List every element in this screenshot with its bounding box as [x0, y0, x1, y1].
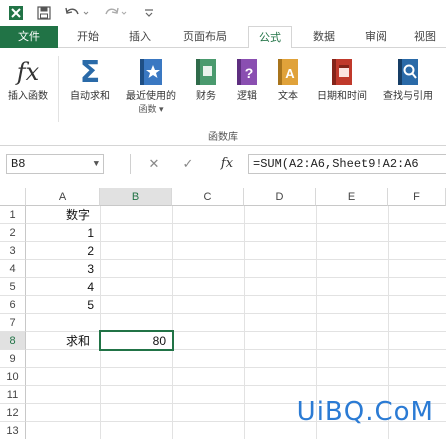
tab-data[interactable]: 数据 [302, 26, 346, 48]
logic-book-icon: ? [228, 54, 266, 90]
cell-a1[interactable]: 数字 [26, 206, 100, 224]
function-library-group-label: 函数库 [208, 132, 238, 143]
row-header-13[interactable]: 13 [0, 422, 26, 439]
cell-a5[interactable]: 4 [26, 278, 100, 296]
row-header-9[interactable]: 9 [0, 350, 26, 368]
enter-button[interactable]: ✓ [178, 154, 198, 174]
ribbon-formulas: fx 插入函数 Σ 自动求和 最近使用的 函数 ▾ 财务 ? 逻辑 A 文本 日… [0, 48, 446, 146]
lookup-reference-label: 查找与引用 [383, 91, 433, 102]
fx-icon: fx [16, 58, 40, 86]
redo-icon[interactable] [100, 4, 130, 22]
chevron-down-icon[interactable]: ▼ [94, 155, 99, 173]
recently-used-label: 最近使用的 [126, 91, 176, 102]
svg-text:A: A [285, 66, 295, 81]
cell-a8[interactable]: 求和 [26, 332, 100, 350]
column-header-c[interactable]: C [172, 188, 244, 206]
tab-insert[interactable]: 插入 [118, 26, 162, 48]
row-header-4[interactable]: 4 [0, 260, 26, 278]
tab-page-layout[interactable]: 页面布局 [170, 26, 240, 48]
insert-function-fx-button[interactable]: fx [216, 154, 238, 174]
cell-a2[interactable]: 1 [26, 224, 100, 242]
cell-a6[interactable]: 5 [26, 296, 100, 314]
svg-text:?: ? [245, 65, 254, 81]
ribbon-tabs: 文件 开始 插入 页面布局 公式 数据 审阅 视图 [0, 26, 446, 49]
column-header-f[interactable]: F [388, 188, 446, 206]
excel-logo-icon [6, 4, 26, 22]
customize-qat-icon[interactable] [142, 4, 156, 22]
recently-used-sub: 函数 ▾ [138, 104, 164, 114]
column-header-a[interactable]: A [26, 188, 100, 206]
financial-label: 财务 [196, 91, 216, 102]
insert-function-label: 插入函数 [8, 91, 48, 102]
quick-access-toolbar [0, 0, 446, 26]
formula-bar-divider [130, 154, 131, 174]
worksheet-grid: A B C D E F 1 2 3 4 5 6 7 8 9 10 11 12 1… [0, 188, 446, 439]
save-icon[interactable] [34, 4, 54, 22]
autosum-label: 自动求和 [70, 91, 110, 102]
cell-a3[interactable]: 2 [26, 242, 100, 260]
financial-button[interactable]: 财务 [186, 54, 226, 124]
ribbon-separator [58, 56, 59, 122]
date-time-button[interactable]: 日期和时间 [310, 54, 374, 124]
column-header-e[interactable]: E [316, 188, 388, 206]
text-label: 文本 [278, 91, 298, 102]
tab-review[interactable]: 审阅 [354, 26, 398, 48]
watermark-logo: UiBQ.CoM [296, 397, 434, 427]
autosum-button[interactable]: Σ 自动求和 [62, 54, 118, 124]
gridline [26, 367, 446, 368]
recently-used-button[interactable]: 最近使用的 函数 ▾ [120, 54, 182, 124]
row-header-2[interactable]: 2 [0, 224, 26, 242]
cancel-button[interactable]: ✕ [144, 154, 164, 174]
text-book-icon: A [268, 54, 308, 90]
date-time-label: 日期和时间 [317, 91, 367, 102]
tab-file[interactable]: 文件 [0, 26, 58, 48]
row-header-6[interactable]: 6 [0, 296, 26, 314]
tab-home[interactable]: 开始 [66, 26, 110, 48]
gridline [26, 385, 446, 386]
name-box-value: B8 [11, 157, 26, 171]
logical-button[interactable]: ? 逻辑 [228, 54, 266, 124]
finance-book-icon [186, 54, 226, 90]
column-header-b[interactable]: B [100, 188, 172, 206]
undo-icon[interactable] [62, 4, 92, 22]
cell-a4[interactable]: 3 [26, 260, 100, 278]
column-header-d[interactable]: D [244, 188, 316, 206]
lookup-book-icon [376, 54, 440, 90]
calendar-book-icon [310, 54, 374, 90]
star-book-icon [120, 54, 182, 90]
row-header-7[interactable]: 7 [0, 314, 26, 332]
sigma-icon: Σ [79, 54, 101, 90]
row-header-8[interactable]: 8 [0, 332, 26, 350]
logical-label: 逻辑 [237, 91, 257, 102]
row-header-12[interactable]: 12 [0, 404, 26, 422]
row-header-10[interactable]: 10 [0, 368, 26, 386]
tab-formulas[interactable]: 公式 [248, 26, 292, 49]
row-header-5[interactable]: 5 [0, 278, 26, 296]
row-header-1[interactable]: 1 [0, 206, 26, 224]
select-all-corner[interactable] [0, 188, 26, 206]
name-box[interactable]: B8 ▼ [6, 154, 104, 174]
tab-view[interactable]: 视图 [404, 26, 446, 48]
formula-input[interactable]: =SUM(A2:A6,Sheet9!A2:A6 [248, 154, 446, 174]
lookup-reference-button[interactable]: 查找与引用 [376, 54, 440, 124]
selected-cell-outline [99, 330, 174, 351]
row-header-3[interactable]: 3 [0, 242, 26, 260]
formula-bar: B8 ▼ ✕ ✓ fx =SUM(A2:A6,Sheet9!A2:A6 [0, 150, 446, 178]
insert-function-button[interactable]: fx 插入函数 [2, 54, 54, 124]
text-button[interactable]: A 文本 [268, 54, 308, 124]
row-header-11[interactable]: 11 [0, 386, 26, 404]
